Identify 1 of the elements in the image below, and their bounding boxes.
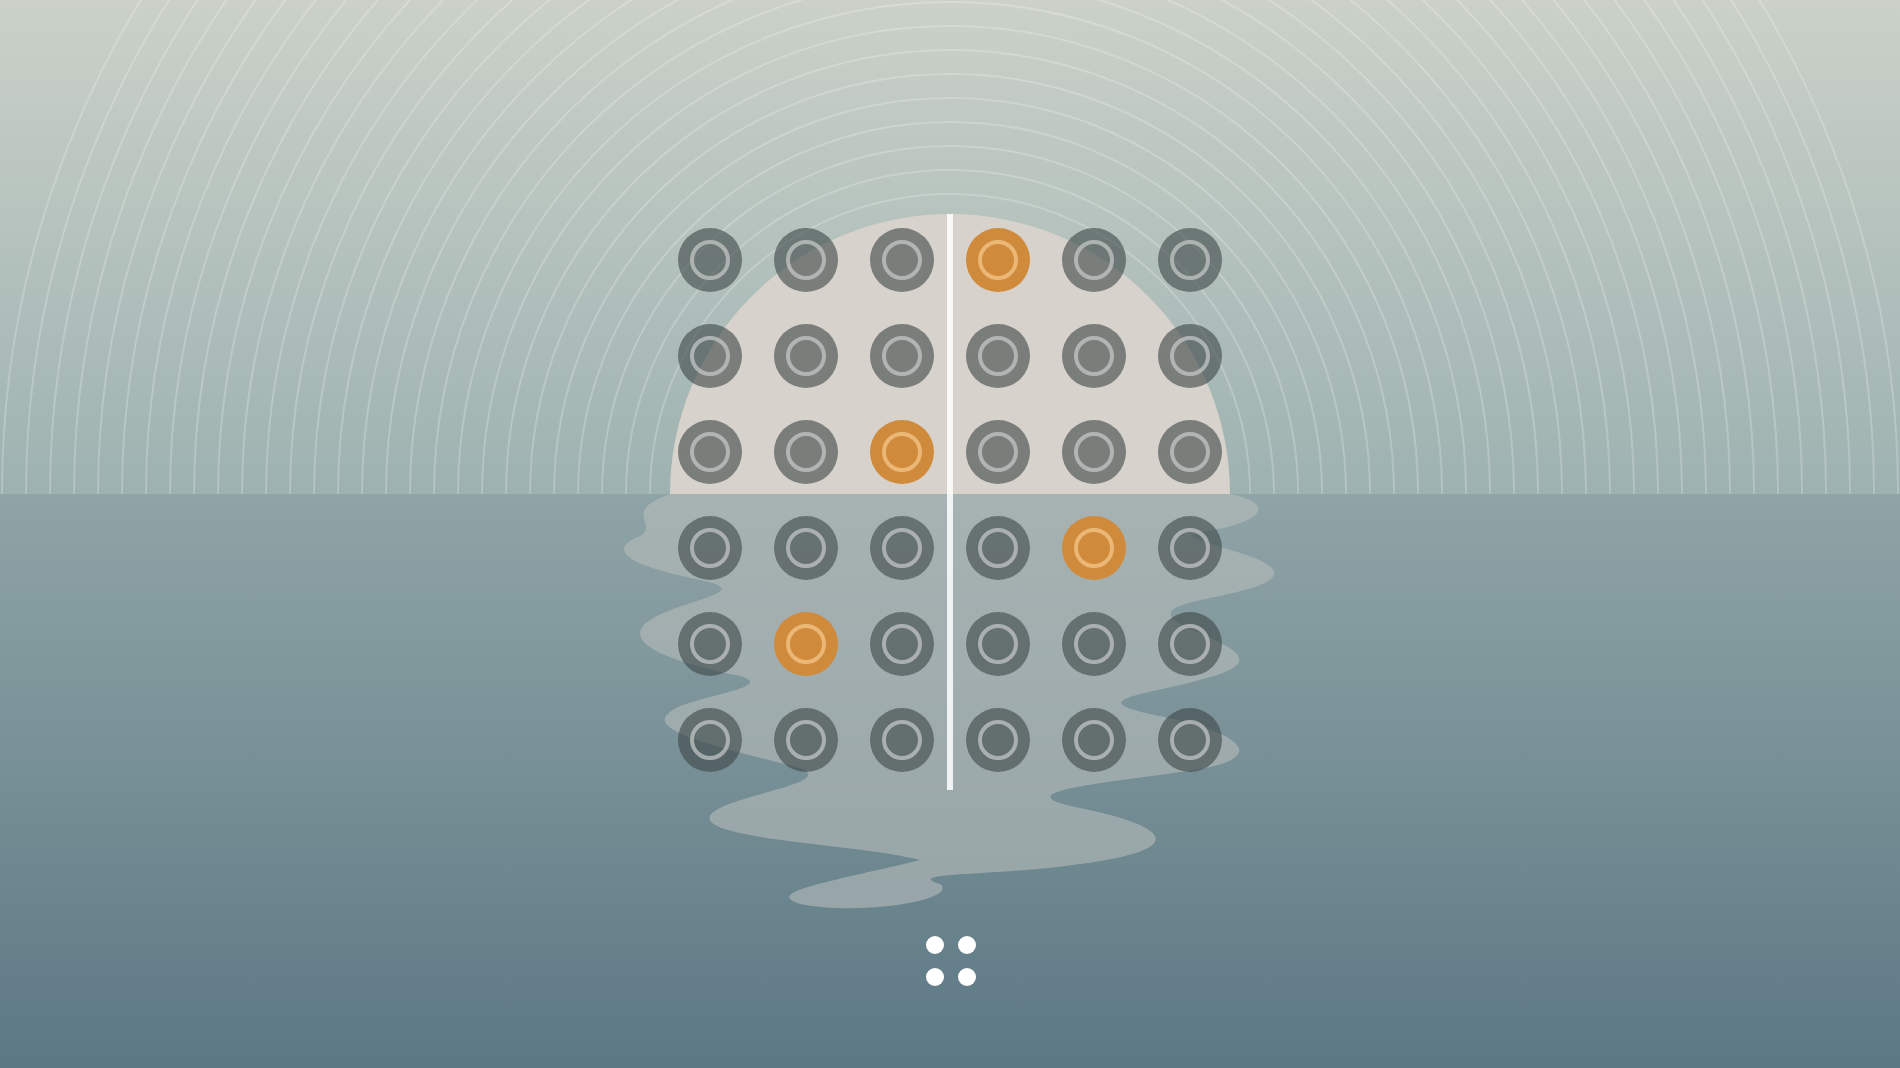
menu-icon[interactable] — [925, 936, 975, 986]
